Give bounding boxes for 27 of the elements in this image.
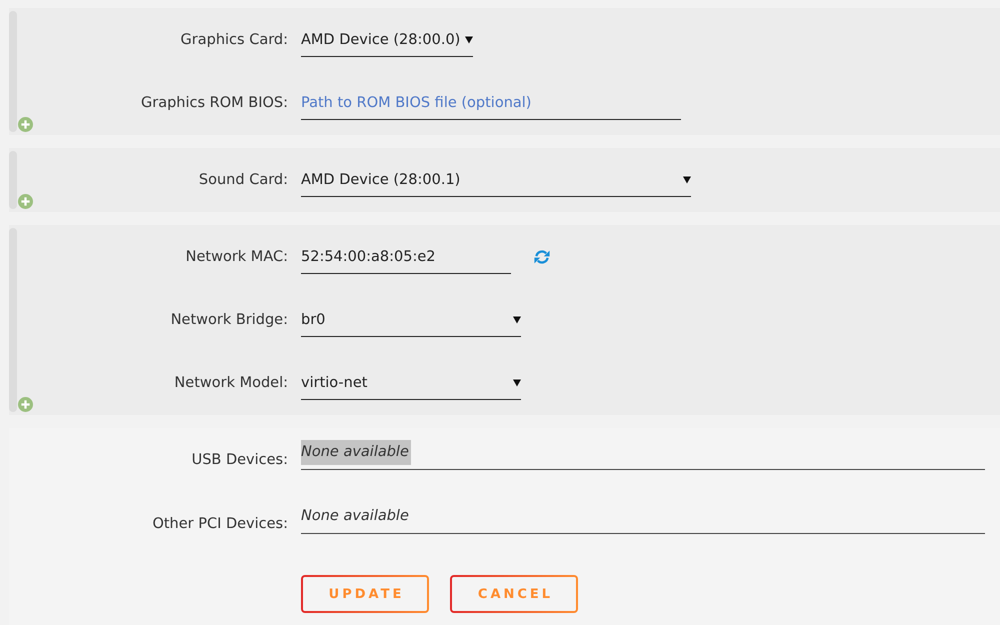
dropdown[interactable]: AMD Device (28:00.1)	[301, 163, 691, 197]
caret-icon	[683, 176, 691, 184]
dropdown[interactable]: br0	[301, 303, 521, 337]
list-box[interactable]: None available	[301, 438, 985, 470]
field-label: Network Bridge:	[170, 312, 288, 328]
caret-icon	[513, 316, 521, 324]
add-icon[interactable]	[18, 117, 33, 132]
field-label: Network Model:	[173, 375, 288, 391]
add-icon[interactable]	[18, 397, 33, 412]
text-input[interactable]: Path to ROM BIOS file (optional)	[301, 86, 681, 120]
list-option[interactable]: None available	[301, 504, 411, 529]
refresh-icon[interactable]	[534, 249, 550, 265]
field-label: Graphics ROM BIOS:	[140, 95, 288, 111]
dropdown[interactable]: virtio-net	[301, 366, 521, 400]
add-icon[interactable]	[18, 194, 33, 209]
list-box[interactable]: None available	[301, 502, 985, 534]
field-label: USB Devices:	[190, 452, 288, 468]
dropdown[interactable]: AMD Device (28:00.0)	[301, 23, 473, 57]
list-option[interactable]: None available	[301, 440, 411, 465]
caret-icon	[465, 36, 473, 44]
field-label: Other PCI Devices:	[151, 516, 288, 532]
caret-icon	[513, 378, 521, 386]
field-label: Network MAC:	[184, 249, 288, 265]
panel-edge-bar	[9, 151, 17, 209]
text-input[interactable]: 52:54:00:a8:05:e2	[301, 240, 511, 274]
field-label: Graphics Card:	[180, 32, 288, 48]
field-label: Sound Card:	[198, 172, 288, 188]
